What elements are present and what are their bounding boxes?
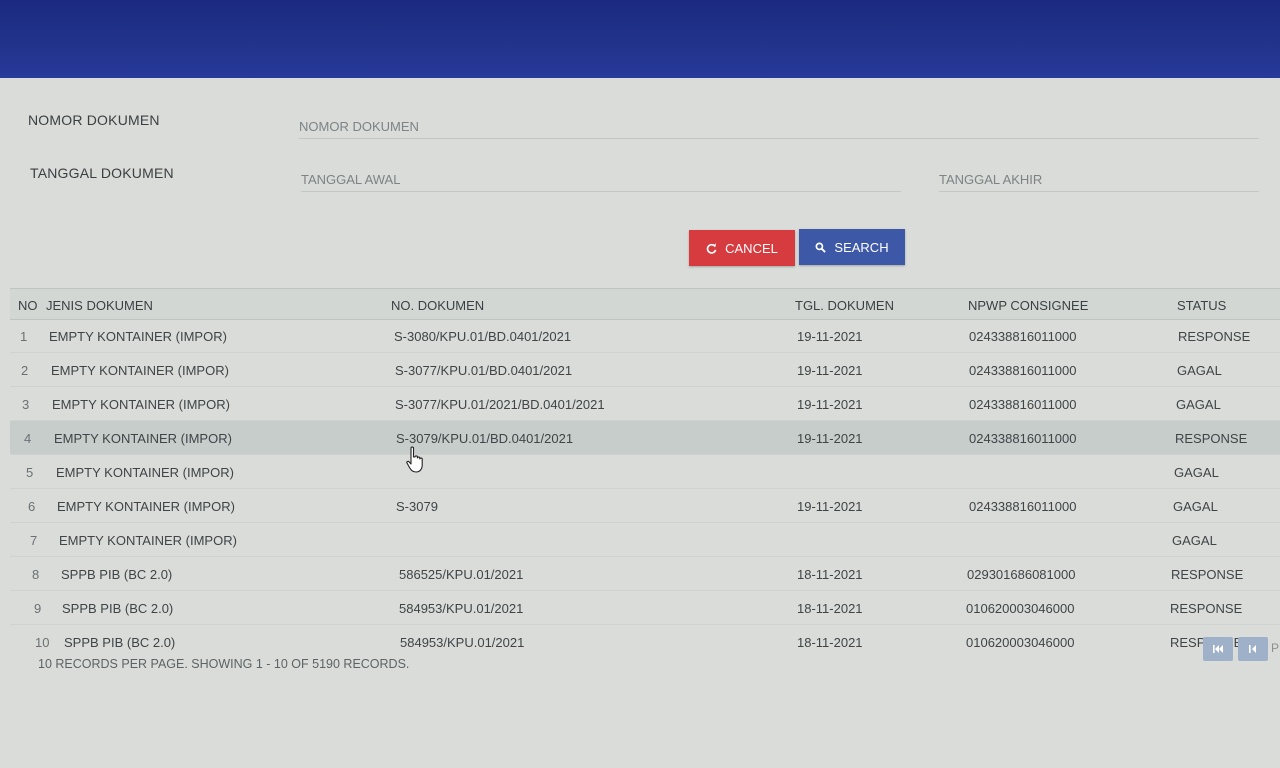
header-no-dokumen[interactable]: NO. DOKUMEN — [391, 298, 484, 313]
cancel-label: CANCEL — [725, 240, 778, 256]
top-navbar — [0, 0, 1280, 78]
search-button[interactable]: SEARCH — [799, 229, 905, 265]
cell-dokumen: S-3080/KPU.01/BD.0401/2021 — [394, 329, 572, 344]
cell-status: GAGAL — [1172, 533, 1217, 548]
cell-no: 2 — [21, 363, 29, 378]
records-summary: 10 RECORDS PER PAGE. SHOWING 1 - 10 OF 5… — [38, 657, 410, 671]
cell-dokumen: S-3079 — [396, 499, 438, 514]
cell-no: 6 — [28, 499, 36, 514]
cell-status: RESPONSE — [1171, 567, 1244, 582]
tanggal-dokumen-label: TANGGAL DOKUMEN — [30, 165, 174, 181]
cell-jenis: EMPTY KONTAINER (IMPOR) — [56, 465, 234, 480]
cell-npwp: 029301686081000 — [967, 567, 1076, 582]
cell-tgl: 19-11-2021 — [797, 363, 863, 378]
cell-status: GAGAL — [1176, 397, 1221, 412]
tanggal-awal-input[interactable] — [301, 167, 901, 192]
cancel-button[interactable]: CANCEL — [689, 230, 795, 266]
documents-table: NO JENIS DOKUMEN NO. DOKUMEN TGL. DOKUME… — [10, 288, 1280, 688]
refresh-icon — [706, 242, 717, 254]
cell-npwp: 024338816011000 — [969, 431, 1077, 446]
cell-status: GAGAL — [1173, 499, 1218, 514]
table-header: NO JENIS DOKUMEN NO. DOKUMEN TGL. DOKUME… — [10, 288, 1280, 320]
cell-no: 7 — [30, 533, 38, 548]
cell-status: RESPONSE — [1170, 601, 1243, 616]
cell-jenis: EMPTY KONTAINER (IMPOR) — [59, 533, 237, 548]
table-row[interactable]: 6 EMPTY KONTAINER (IMPOR) S-3079 19-11-2… — [10, 489, 1280, 523]
cell-npwp: 010620003046000 — [966, 601, 1075, 616]
cell-jenis: EMPTY KONTAINER (IMPOR) — [49, 329, 227, 344]
table-row[interactable]: 4 EMPTY KONTAINER (IMPOR) S-3079/KPU.01/… — [10, 421, 1280, 455]
cell-jenis: SPPB PIB (BC 2.0) — [62, 601, 174, 616]
cell-tgl: 18-11-2021 — [797, 601, 863, 616]
table-row[interactable]: 10 SPPB PIB (BC 2.0) 584953/KPU.01/2021 … — [10, 625, 1280, 658]
table-row[interactable]: 7 EMPTY KONTAINER (IMPOR) GAGAL — [10, 523, 1280, 557]
cell-jenis: SPPB PIB (BC 2.0) — [61, 567, 173, 582]
pager-label: P — [1271, 641, 1280, 655]
hand-cursor-icon — [406, 446, 423, 473]
cell-jenis: EMPTY KONTAINER (IMPOR) — [57, 499, 235, 514]
cell-npwp: 024338816011000 — [969, 363, 1077, 378]
cell-tgl: 19-11-2021 — [797, 329, 863, 344]
cell-jenis: EMPTY KONTAINER (IMPOR) — [54, 431, 232, 446]
table-row[interactable]: 5 EMPTY KONTAINER (IMPOR) GAGAL — [10, 455, 1280, 489]
header-jenis-dokumen[interactable]: JENIS DOKUMEN — [46, 298, 153, 313]
search-label: SEARCH — [834, 239, 889, 255]
cell-no: 8 — [32, 567, 40, 582]
cell-no: 3 — [22, 397, 30, 412]
cell-no: 1 — [20, 329, 28, 344]
cell-tgl: 19-11-2021 — [797, 397, 863, 412]
table-row[interactable]: 2 EMPTY KONTAINER (IMPOR) S-3077/KPU.01/… — [10, 353, 1280, 387]
tanggal-akhir-input[interactable] — [939, 167, 1259, 192]
prev-page-button[interactable] — [1238, 637, 1268, 661]
header-npwp-consignee[interactable]: NPWP CONSIGNEE — [968, 298, 1088, 313]
cell-dokumen: 586525/KPU.01/2021 — [399, 567, 524, 582]
cell-tgl: 19-11-2021 — [797, 431, 863, 446]
cell-tgl: 18-11-2021 — [797, 635, 863, 650]
nomor-dokumen-label: NOMOR DOKUMEN — [28, 112, 160, 128]
cell-dokumen: 584953/KPU.01/2021 — [399, 601, 524, 616]
cell-npwp: 024338816011000 — [969, 499, 1077, 514]
cell-npwp: 024338816011000 — [969, 329, 1077, 344]
header-tgl-dokumen[interactable]: TGL. DOKUMEN — [795, 298, 894, 313]
cell-dokumen: S-3077/KPU.01/BD.0401/2021 — [395, 363, 573, 378]
cell-jenis: EMPTY KONTAINER (IMPOR) — [51, 363, 229, 378]
header-status[interactable]: STATUS — [1177, 298, 1226, 313]
cell-no: 5 — [26, 465, 34, 480]
table-row[interactable]: 1 EMPTY KONTAINER (IMPOR) S-3080/KPU.01/… — [10, 319, 1280, 353]
cell-tgl: 18-11-2021 — [797, 567, 863, 582]
cell-status: RESPONSE — [1178, 329, 1251, 344]
header-no[interactable]: NO — [18, 298, 38, 313]
cell-npwp: 010620003046000 — [966, 635, 1075, 650]
cell-no: 10 — [35, 635, 50, 650]
first-page-icon — [1213, 645, 1223, 653]
cell-status: GAGAL — [1177, 363, 1222, 378]
cell-status: RESPONSE — [1175, 431, 1248, 446]
cell-no: 9 — [34, 601, 42, 616]
first-page-button[interactable] — [1203, 637, 1233, 661]
cell-tgl: 19-11-2021 — [797, 499, 863, 514]
nomor-dokumen-input[interactable] — [299, 114, 1259, 139]
cell-dokumen: 584953/KPU.01/2021 — [400, 635, 525, 650]
table-row[interactable]: 8 SPPB PIB (BC 2.0) 586525/KPU.01/2021 1… — [10, 557, 1280, 591]
search-icon — [815, 242, 827, 253]
cell-jenis: EMPTY KONTAINER (IMPOR) — [52, 397, 230, 412]
cell-dokumen: S-3079/KPU.01/BD.0401/2021 — [396, 431, 574, 446]
prev-page-icon — [1249, 645, 1256, 653]
cell-status: GAGAL — [1174, 465, 1219, 480]
cell-npwp: 024338816011000 — [969, 397, 1077, 412]
table-row[interactable]: 3 EMPTY KONTAINER (IMPOR) S-3077/KPU.01/… — [10, 387, 1280, 421]
table-row[interactable]: 9 SPPB PIB (BC 2.0) 584953/KPU.01/2021 1… — [10, 591, 1280, 625]
cell-jenis: SPPB PIB (BC 2.0) — [64, 635, 176, 650]
cell-dokumen: S-3077/KPU.01/2021/BD.0401/2021 — [395, 397, 605, 412]
cell-no: 4 — [24, 431, 32, 446]
